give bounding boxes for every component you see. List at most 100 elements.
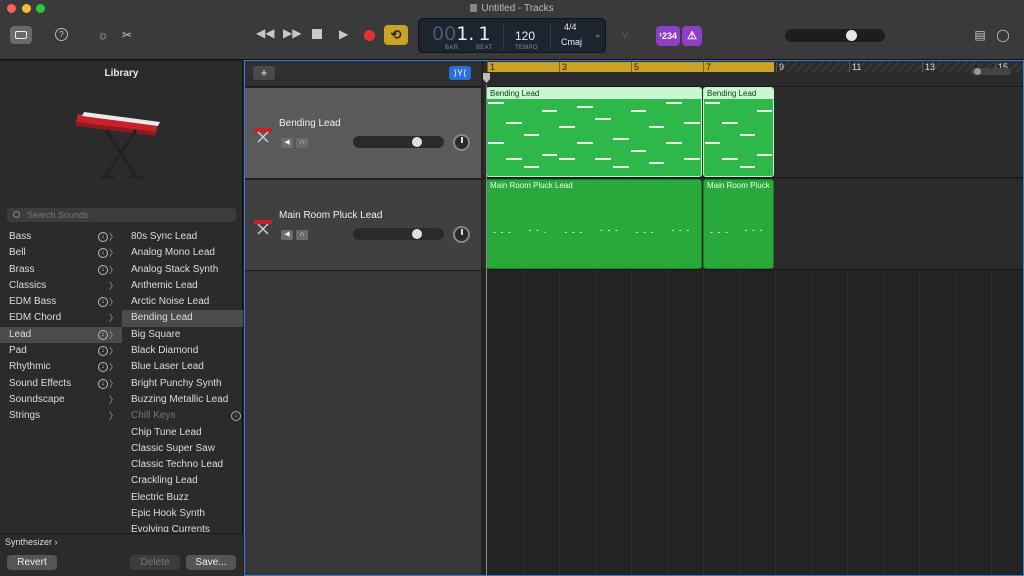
category-item[interactable]: EDM Chord〉	[0, 310, 122, 326]
download-icon[interactable]: ↓	[98, 379, 108, 389]
cycle-icon[interactable]: ⟲	[384, 25, 408, 45]
mute-icon[interactable]: ◀	[281, 138, 293, 148]
patch-item[interactable]: Blue Laser Lead	[122, 359, 243, 375]
download-icon[interactable]: ↓	[98, 346, 108, 356]
midi-note[interactable]	[577, 142, 593, 144]
download-icon[interactable]: ↓	[98, 265, 108, 275]
midi-note[interactable]	[705, 102, 720, 104]
patch-item[interactable]: Classic Super Saw	[122, 441, 243, 457]
download-icon[interactable]: ↓	[231, 411, 241, 421]
patch-item[interactable]: Arctic Noise Lead	[122, 294, 243, 310]
midi-note[interactable]	[631, 150, 647, 152]
library-button[interactable]	[10, 26, 32, 44]
midi-note[interactable]	[559, 158, 575, 160]
patch-item[interactable]: Buzzing Metallic Lead	[122, 392, 243, 408]
track-volume-slider[interactable]	[353, 228, 444, 240]
midi-note[interactable]	[488, 142, 504, 144]
midi-note[interactable]	[684, 122, 700, 124]
headphones-icon[interactable]: ∩	[296, 138, 308, 148]
patch-item[interactable]: Chill Keys↓	[122, 408, 243, 424]
patch-item[interactable]: Anthemic Lead	[122, 278, 243, 294]
midi-note[interactable]	[506, 122, 522, 124]
category-item[interactable]: Rhythmic↓〉	[0, 359, 122, 375]
midi-region[interactable]: Main Room Pluck Lead - - -- - .- - -- - …	[486, 179, 702, 269]
midi-note[interactable]	[666, 102, 682, 104]
midi-note[interactable]	[684, 158, 700, 160]
patch-item[interactable]: Crackling Lead	[122, 473, 243, 489]
patch-item[interactable]: Big Square	[122, 327, 243, 343]
download-icon[interactable]: ↓	[98, 330, 108, 340]
loop-browser-icon[interactable]: ◯	[995, 26, 1011, 44]
category-item[interactable]: Lead↓〉	[0, 327, 122, 343]
fast-forward-icon[interactable]: ▶▶	[283, 26, 301, 40]
midi-note[interactable]	[595, 158, 611, 160]
count-in-button[interactable]: ¹234	[656, 26, 680, 46]
pan-knob[interactable]	[453, 226, 470, 243]
midi-note[interactable]	[757, 110, 772, 112]
midi-note[interactable]	[757, 154, 772, 156]
category-item[interactable]: Soundscape〉	[0, 392, 122, 408]
play-icon[interactable]: ▶	[339, 27, 348, 41]
lcd-chevron-icon[interactable]: ⌄	[594, 29, 602, 40]
question-icon[interactable]: ?	[55, 28, 68, 41]
metronome-icon[interactable]: ⚠	[682, 26, 702, 46]
midi-note[interactable]	[559, 126, 575, 128]
master-volume-knob[interactable]	[846, 30, 857, 41]
notepad-icon[interactable]: ▤	[972, 26, 988, 44]
midi-note[interactable]	[613, 166, 629, 168]
patch-item[interactable]: Analog Mono Lead	[122, 245, 243, 261]
midi-note[interactable]	[740, 134, 755, 136]
rewind-icon[interactable]: ◀◀	[256, 26, 274, 40]
midi-note[interactable]	[488, 102, 504, 104]
midi-note[interactable]	[666, 142, 682, 144]
midi-note[interactable]	[524, 166, 540, 168]
midi-note[interactable]	[740, 166, 755, 168]
midi-note[interactable]	[649, 162, 665, 164]
patch-item[interactable]: Electric Buzz	[122, 490, 243, 506]
tuning-fork-icon[interactable]: ⑂	[617, 26, 633, 44]
patch-item[interactable]: Bending Lead	[122, 310, 243, 326]
midi-region[interactable]: Bending Lead	[703, 87, 774, 177]
delete-button[interactable]: Delete	[130, 555, 180, 570]
playhead[interactable]	[483, 73, 490, 83]
track-volume-knob[interactable]	[412, 229, 422, 239]
midi-region[interactable]: Bending Lead	[486, 87, 702, 177]
download-icon[interactable]: ↓	[98, 248, 108, 258]
midi-note[interactable]	[722, 158, 737, 160]
category-item[interactable]: Bass↓〉	[0, 229, 122, 245]
sun-knob-icon[interactable]: ☼	[94, 26, 112, 44]
category-item[interactable]: Brass↓〉	[0, 262, 122, 278]
download-icon[interactable]: ↓	[98, 362, 108, 372]
track-header[interactable]: Main Room Pluck Lead◀∩	[245, 180, 481, 271]
midi-note[interactable]	[613, 138, 629, 140]
midi-note[interactable]	[649, 126, 665, 128]
category-item[interactable]: Strings〉	[0, 408, 122, 424]
track-volume-knob[interactable]	[412, 137, 422, 147]
lcd-display[interactable]: 001.1 BAR BEAT 120 TEMPO 4/4 Cmaj ⌄	[418, 18, 606, 53]
mute-icon[interactable]: ◀	[281, 230, 293, 240]
tracks-area[interactable]: Bending Lead Bending Lead Main Room Pluc…	[483, 87, 1024, 576]
midi-region[interactable]: Main Room Pluck - - -- - -	[703, 179, 774, 269]
track-volume-slider[interactable]	[353, 136, 444, 148]
midi-note[interactable]	[705, 142, 720, 144]
breadcrumb[interactable]: Synthesizer ›	[5, 537, 58, 547]
midi-note[interactable]	[506, 158, 522, 160]
track-header[interactable]: Bending Lead◀∩	[245, 88, 481, 179]
patch-item[interactable]: 80s Sync Lead	[122, 229, 243, 245]
category-item[interactable]: Pad↓〉	[0, 343, 122, 359]
add-track-button[interactable]: +	[253, 66, 275, 80]
master-volume-slider[interactable]	[785, 29, 885, 42]
midi-note[interactable]	[542, 110, 558, 112]
headphones-icon[interactable]: ∩	[296, 230, 308, 240]
ruler[interactable]: 13579111315	[483, 61, 1024, 87]
catch-playhead-button[interactable]: ⟩Y⟨	[449, 66, 471, 80]
patch-item[interactable]: Evolving Currents	[122, 522, 243, 532]
patch-item[interactable]: Bright Punchy Synth	[122, 376, 243, 392]
patch-item[interactable]: Black Diamond	[122, 343, 243, 359]
save-button[interactable]: Save...	[186, 555, 236, 570]
download-icon[interactable]: ↓	[98, 232, 108, 242]
midi-note[interactable]	[722, 122, 737, 124]
revert-button[interactable]: Revert	[7, 555, 57, 570]
patch-item[interactable]: Classic Techno Lead	[122, 457, 243, 473]
zoom-slider[interactable]	[971, 68, 1011, 75]
